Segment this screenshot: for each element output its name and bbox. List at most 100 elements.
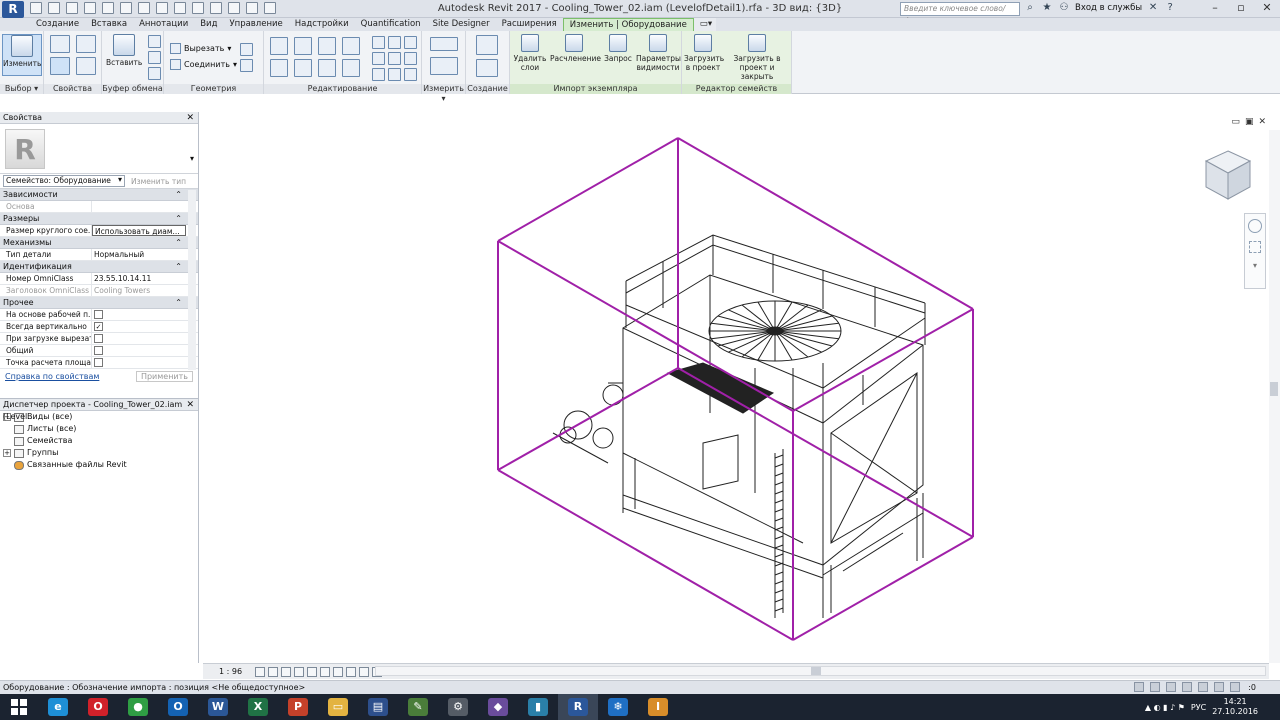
type-properties-icon[interactable]: [50, 35, 70, 53]
property-checkbox[interactable]: [94, 310, 103, 319]
shadows-icon[interactable]: [294, 666, 304, 677]
taskbar-app-outlook[interactable]: O: [158, 694, 198, 720]
delete-icon[interactable]: [404, 68, 417, 81]
chevron-down-icon[interactable]: ▾: [1245, 261, 1265, 270]
expand-icon[interactable]: +: [3, 449, 11, 457]
thin-lines-icon[interactable]: [228, 2, 240, 14]
tab-quantification[interactable]: Quantification: [355, 18, 427, 31]
cut-icon[interactable]: [148, 35, 161, 48]
select-links-icon[interactable]: [1134, 682, 1144, 692]
trim-multi-icon[interactable]: [372, 68, 385, 81]
print-icon[interactable]: [120, 2, 132, 14]
search-icon[interactable]: ⌕: [1024, 2, 1036, 14]
collapse-icon[interactable]: ⌃: [175, 261, 182, 273]
redo-icon[interactable]: [102, 2, 114, 14]
property-group[interactable]: Размеры ⌃: [0, 213, 198, 225]
copy-icon[interactable]: [148, 51, 161, 64]
tab-overflow[interactable]: ▭▾: [693, 18, 716, 31]
help-icon[interactable]: ?: [1164, 2, 1176, 14]
minimize-button[interactable]: –: [1202, 0, 1228, 17]
load-into-project-button[interactable]: Загрузить в проект: [684, 34, 724, 72]
unlock-view-icon[interactable]: [346, 666, 356, 677]
family-category-icon[interactable]: [76, 57, 96, 75]
view-scale[interactable]: 1 : 96: [203, 667, 255, 676]
property-group[interactable]: Механизмы ⌃: [0, 237, 198, 249]
taskbar-app-revit[interactable]: R: [558, 694, 598, 720]
filter-icon[interactable]: [1230, 682, 1240, 692]
property-group[interactable]: Идентификация ⌃: [0, 261, 198, 273]
move-icon[interactable]: [270, 59, 288, 77]
close-views-icon[interactable]: [246, 2, 258, 14]
property-value[interactable]: 23.55.10.14.11: [92, 273, 198, 284]
zoom-icon[interactable]: [1249, 241, 1261, 253]
family-types-icon[interactable]: [50, 57, 70, 75]
show-crop-icon[interactable]: [333, 666, 343, 677]
modify-button[interactable]: Изменить: [2, 34, 42, 76]
property-checkbox[interactable]: [94, 346, 103, 355]
language-indicator[interactable]: РУС: [1191, 703, 1206, 712]
scroll-thumb[interactable]: [811, 667, 821, 675]
taskbar-app-tool-c[interactable]: ◆: [478, 694, 518, 720]
collapse-icon[interactable]: ⌃: [175, 189, 182, 201]
unpin-icon[interactable]: [404, 36, 417, 49]
horizontal-scrollbar[interactable]: [375, 666, 1266, 676]
tab-manage[interactable]: Управление: [223, 18, 288, 31]
tree-item[interactable]: Связанные файлы Revit: [0, 459, 198, 471]
section-icon[interactable]: [210, 2, 222, 14]
collapse-icon[interactable]: ⌃: [175, 297, 182, 309]
user-icon[interactable]: ⚇: [1058, 2, 1070, 14]
save-icon[interactable]: [48, 2, 60, 14]
sun-path-icon[interactable]: [281, 666, 291, 677]
scale-icon[interactable]: [388, 52, 401, 65]
join-geometry-button[interactable]: Соединить ▾: [170, 59, 237, 70]
taskbar-app-inventor[interactable]: I: [638, 694, 678, 720]
tab-insert[interactable]: Вставка: [85, 18, 133, 31]
explode-button[interactable]: Расчленение: [550, 34, 601, 63]
collapse-icon[interactable]: ⌃: [175, 237, 182, 249]
tray-icons[interactable]: ▲ ◐ ▮ ♪ ⚑: [1145, 703, 1185, 712]
apply-button[interactable]: Применить: [135, 370, 193, 382]
taskbar-app-word[interactable]: W: [198, 694, 238, 720]
properties-scrollbar[interactable]: [188, 190, 196, 370]
property-value[interactable]: [92, 333, 198, 344]
taskbar-app-excel[interactable]: X: [238, 694, 278, 720]
tab-annotate[interactable]: Аннотации: [133, 18, 194, 31]
detail-level-icon[interactable]: [255, 666, 265, 677]
subscription-icon[interactable]: ★: [1041, 2, 1053, 14]
property-group[interactable]: Зависимости ⌃: [0, 189, 198, 201]
tree-item[interactable]: + Группы: [0, 447, 198, 459]
property-value[interactable]: [92, 309, 198, 320]
visual-style-icon[interactable]: [268, 666, 278, 677]
property-value[interactable]: Использовать диам...: [92, 225, 186, 236]
taskbar-app-explorer[interactable]: ▭: [318, 694, 358, 720]
collapse-icon[interactable]: ⌃: [175, 213, 182, 225]
tab-modify-equipment[interactable]: Изменить | Оборудование: [562, 18, 694, 31]
close-window-button[interactable]: ✕: [1254, 0, 1280, 17]
property-value[interactable]: [92, 345, 198, 356]
select-underlay-icon[interactable]: [1150, 682, 1160, 692]
steering-wheel-icon[interactable]: [1248, 219, 1262, 233]
taskbar-app-tool-a[interactable]: ✎: [398, 694, 438, 720]
paint-icon[interactable]: [240, 59, 253, 72]
query-button[interactable]: Запрос: [600, 34, 636, 63]
panel-label-select[interactable]: Выбор ▾: [0, 84, 43, 94]
create-group-icon[interactable]: [476, 59, 498, 77]
mirror-axis-icon[interactable]: [318, 37, 336, 55]
trim-single-icon[interactable]: [388, 68, 401, 81]
property-group[interactable]: Прочее ⌃: [0, 297, 198, 309]
measure-between-icon[interactable]: [430, 37, 458, 51]
dimension-icon[interactable]: [156, 2, 168, 14]
taskbar-app-save[interactable]: ▤: [358, 694, 398, 720]
3d-view-icon[interactable]: [192, 2, 204, 14]
switch-windows-icon[interactable]: [264, 2, 276, 14]
temp-hide-icon[interactable]: [359, 666, 369, 677]
maximize-button[interactable]: ▫: [1228, 0, 1254, 17]
drag-elements-icon[interactable]: [1198, 682, 1208, 692]
measure-icon[interactable]: [138, 2, 150, 14]
taskbar-app-powerpoint[interactable]: P: [278, 694, 318, 720]
create-similar-icon[interactable]: [476, 35, 498, 55]
tab-view[interactable]: Вид: [194, 18, 223, 31]
tree-item[interactable]: Семейства: [0, 435, 198, 447]
login-button[interactable]: Вход в службы: [1075, 3, 1142, 13]
paste-button[interactable]: Вставить: [106, 34, 142, 67]
